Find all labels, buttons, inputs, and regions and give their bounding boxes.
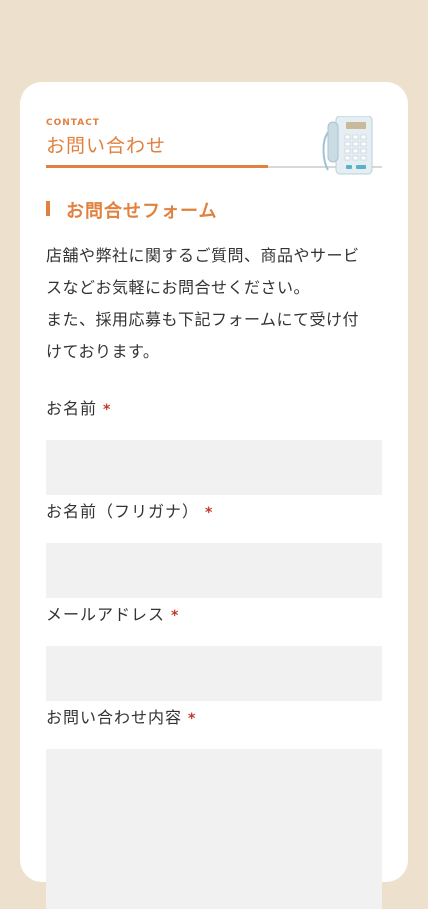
page-title: お問い合わせ (46, 135, 167, 157)
name-label: お名前 * (46, 398, 382, 420)
email-input[interactable] (46, 646, 382, 701)
name-input[interactable] (46, 440, 382, 495)
message-textarea[interactable] (46, 749, 382, 909)
required-mark: * (205, 505, 214, 521)
furigana-field-group: お名前（フリガナ） * (46, 501, 382, 598)
message-label: お問い合わせ内容 * (46, 707, 382, 729)
furigana-label-text: お名前（フリガナ） (46, 502, 200, 521)
furigana-label: お名前（フリガナ） * (46, 501, 382, 523)
section-title: お問合せフォーム (66, 201, 218, 222)
title-underline-accent (46, 165, 268, 168)
email-label: メールアドレス * (46, 604, 382, 626)
required-mark: * (171, 608, 180, 624)
page-eyebrow: CONTACT (46, 118, 100, 128)
email-label-text: メールアドレス (46, 605, 166, 624)
intro-line: また、採用応募も下記フォームにて受け付 (46, 310, 360, 329)
required-mark: * (103, 402, 112, 418)
intro-line: 店舗や弊社に関するご質問、商品やサービ (46, 246, 360, 265)
furigana-input[interactable] (46, 543, 382, 598)
intro-line: けております。 (46, 342, 160, 361)
message-label-text: お問い合わせ内容 (46, 708, 183, 727)
section-heading-bar (46, 201, 50, 216)
name-field-group: お名前 * (46, 398, 382, 495)
telephone-icon (322, 116, 373, 175)
name-label-text: お名前 (46, 399, 98, 418)
intro-line: スなどお気軽にお問合せください。 (46, 278, 311, 297)
message-field-group: お問い合わせ内容 * (46, 707, 382, 909)
page-header: CONTACT お問い合わせ (46, 116, 382, 175)
email-field-group: メールアドレス * (46, 604, 382, 701)
required-mark: * (188, 711, 197, 727)
contact-card: CONTACT お問い合わせ お問合せフォーム 店舗や弊社に関するご質問、商品や… (20, 82, 408, 909)
intro-text: 店舗や弊社に関するご質問、商品やサービ スなどお気軽にお問合せください。 また、… (46, 240, 386, 368)
